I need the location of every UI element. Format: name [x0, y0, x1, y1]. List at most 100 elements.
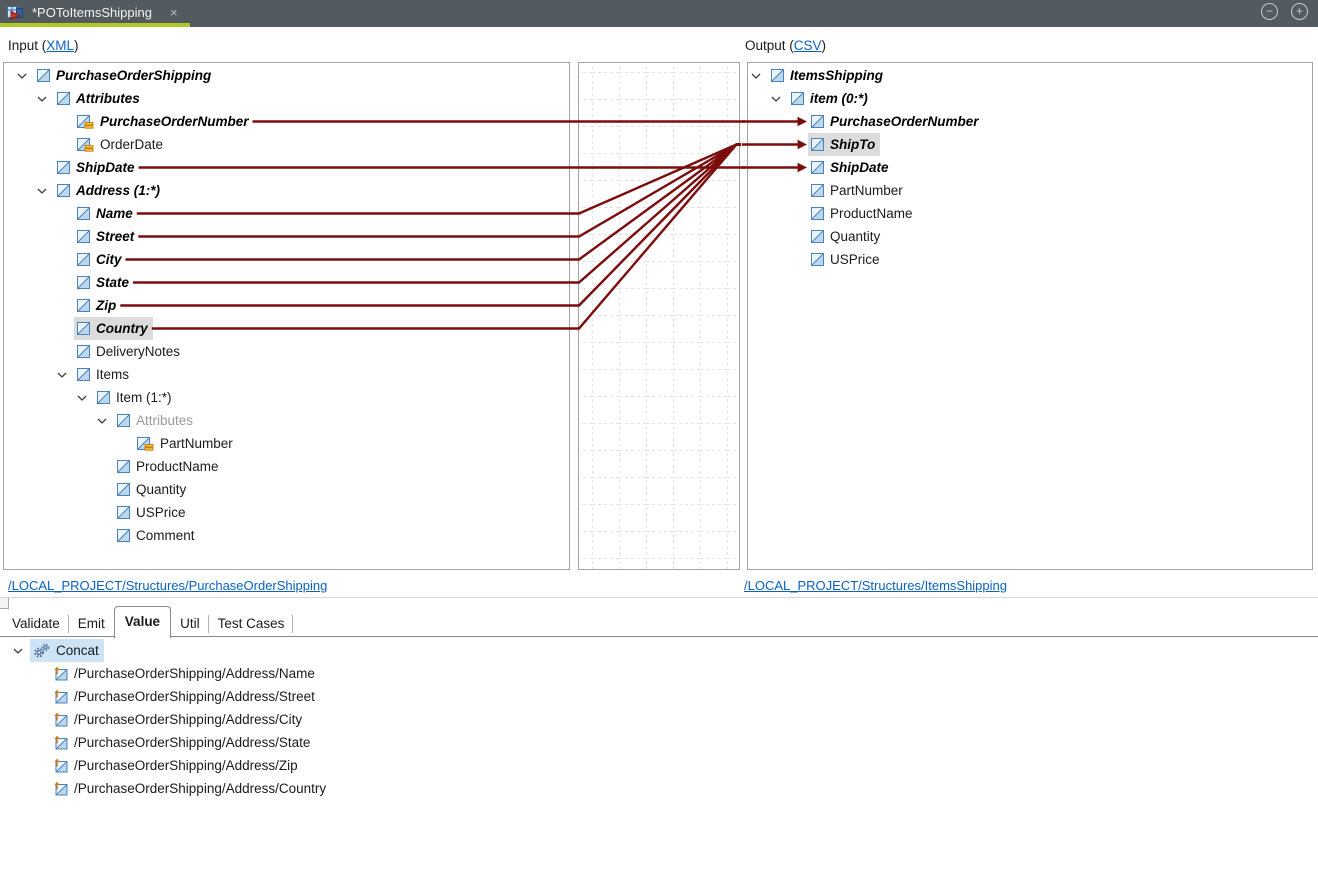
- chevron-down-icon[interactable]: [12, 639, 24, 662]
- input-structure-link[interactable]: /LOCAL_PROJECT/Structures/PurchaseOrderS…: [8, 578, 327, 593]
- value-tree-row-purchaseordershipping-address-street[interactable]: /PurchaseOrderShipping/Address/Street: [0, 685, 1318, 708]
- input-tree-label: PurchaseOrderShipping: [56, 68, 211, 83]
- input-tree-row-address-1[interactable]: Address (1:*): [4, 179, 569, 202]
- argument-ref-icon: [53, 689, 68, 704]
- chevron-down-icon[interactable]: [96, 409, 108, 432]
- gears-icon: [33, 643, 50, 658]
- zoom-out-button[interactable]: −: [1261, 3, 1278, 20]
- input-tree-label: ShipDate: [76, 160, 135, 175]
- element-icon: [811, 138, 824, 151]
- input-tree-row-comment[interactable]: Comment: [4, 524, 569, 547]
- input-tree-row-attributes[interactable]: Attributes: [4, 87, 569, 110]
- input-tree-label: Zip: [96, 298, 116, 313]
- element-icon: [791, 92, 804, 105]
- value-tree-row-purchaseordershipping-address-city[interactable]: /PurchaseOrderShipping/Address/City: [0, 708, 1318, 731]
- input-tree-row-country[interactable]: Country: [4, 317, 569, 340]
- input-format-link[interactable]: XML: [46, 38, 74, 53]
- attribute-icon: [137, 437, 154, 451]
- tab-value[interactable]: Value: [114, 606, 171, 638]
- attribute-icon: [77, 138, 94, 152]
- output-tree-label: ShipTo: [830, 137, 875, 152]
- element-icon: [77, 276, 90, 289]
- value-tree-row-purchaseordershipping-address-zip[interactable]: /PurchaseOrderShipping/Address/Zip: [0, 754, 1318, 777]
- input-tree-row-name[interactable]: Name: [4, 202, 569, 225]
- output-tree-row-item-0[interactable]: item (0:*): [748, 87, 1312, 110]
- output-format-link[interactable]: CSV: [794, 38, 822, 53]
- output-tree-row-shipdate[interactable]: ShipDate: [748, 156, 1312, 179]
- output-tree-label: PartNumber: [830, 183, 903, 198]
- input-tree-label: Items: [96, 367, 129, 382]
- input-tree-row-usprice[interactable]: USPrice: [4, 501, 569, 524]
- close-icon[interactable]: ×: [170, 5, 178, 20]
- output-tree-label: PurchaseOrderNumber: [830, 114, 979, 129]
- output-header-suffix: ): [822, 38, 827, 53]
- element-icon: [117, 414, 130, 427]
- value-tree-row-purchaseordershipping-address-country[interactable]: /PurchaseOrderShipping/Address/Country: [0, 777, 1318, 800]
- element-icon: [97, 391, 110, 404]
- input-tree-row-state[interactable]: State: [4, 271, 569, 294]
- value-tree-row-concat[interactable]: Concat: [0, 639, 1318, 662]
- input-tree-row-partnumber[interactable]: PartNumber: [4, 432, 569, 455]
- chevron-down-icon[interactable]: [770, 87, 782, 110]
- element-icon: [77, 230, 90, 243]
- element-icon: [811, 184, 824, 197]
- output-tree-row-partnumber[interactable]: PartNumber: [748, 179, 1312, 202]
- input-tree-row-orderdate[interactable]: OrderDate: [4, 133, 569, 156]
- value-tree-label: Concat: [56, 643, 99, 658]
- value-tree-row-purchaseordershipping-address-state[interactable]: /PurchaseOrderShipping/Address/State: [0, 731, 1318, 754]
- input-tree-label: PurchaseOrderNumber: [100, 114, 249, 129]
- output-tree-row-purchaseordernumber[interactable]: PurchaseOrderNumber: [748, 110, 1312, 133]
- output-header: Output (CSV): [745, 38, 826, 53]
- value-tree-row-purchaseordershipping-address-name[interactable]: /PurchaseOrderShipping/Address/Name: [0, 662, 1318, 685]
- output-tree-row-usprice[interactable]: USPrice: [748, 248, 1312, 271]
- tab-emit[interactable]: Emit: [69, 611, 114, 638]
- chevron-down-icon[interactable]: [16, 64, 28, 87]
- chevron-down-icon[interactable]: [56, 363, 68, 386]
- argument-ref-icon: [53, 712, 68, 727]
- element-icon: [77, 322, 90, 335]
- input-tree-label: State: [96, 275, 129, 290]
- output-tree-row-shipto[interactable]: ShipTo: [748, 133, 1312, 156]
- value-tree-label: /PurchaseOrderShipping/Address/Street: [74, 689, 315, 704]
- editor-tab[interactable]: *POToItemsShipping ×: [0, 0, 190, 27]
- input-tree-row-quantity[interactable]: Quantity: [4, 478, 569, 501]
- input-tree-row-deliverynotes[interactable]: DeliveryNotes: [4, 340, 569, 363]
- input-tree-label: DeliveryNotes: [96, 344, 180, 359]
- tab-util[interactable]: Util: [171, 611, 209, 638]
- input-tree-row-city[interactable]: City: [4, 248, 569, 271]
- input-tree-row-attributes[interactable]: Attributes: [4, 409, 569, 432]
- output-tree-row-itemsshipping[interactable]: ItemsShipping: [748, 64, 1312, 87]
- element-icon: [57, 161, 70, 174]
- element-icon: [57, 184, 70, 197]
- chevron-down-icon[interactable]: [36, 87, 48, 110]
- element-icon: [117, 460, 130, 473]
- value-tree-label: /PurchaseOrderShipping/Address/Zip: [74, 758, 298, 773]
- input-tree-label: Item (1:*): [116, 390, 172, 405]
- input-tree-row-shipdate[interactable]: ShipDate: [4, 156, 569, 179]
- input-tree-label: OrderDate: [100, 137, 163, 152]
- tab-test-cases[interactable]: Test Cases: [209, 611, 294, 638]
- input-tree-label: Quantity: [136, 482, 186, 497]
- element-icon: [771, 69, 784, 82]
- element-icon: [77, 253, 90, 266]
- input-tree-label: Comment: [136, 528, 195, 543]
- input-tree-row-zip[interactable]: Zip: [4, 294, 569, 317]
- output-tree-row-quantity[interactable]: Quantity: [748, 225, 1312, 248]
- input-tree-row-purchaseordershipping[interactable]: PurchaseOrderShipping: [4, 64, 569, 87]
- zoom-in-button[interactable]: +: [1291, 3, 1308, 20]
- input-tree-row-items[interactable]: Items: [4, 363, 569, 386]
- splitter[interactable]: [0, 597, 1318, 598]
- output-structure-link[interactable]: /LOCAL_PROJECT/Structures/ItemsShipping: [744, 578, 1007, 593]
- input-tree-row-street[interactable]: Street: [4, 225, 569, 248]
- chevron-down-icon[interactable]: [76, 386, 88, 409]
- input-tree-row-productname[interactable]: ProductName: [4, 455, 569, 478]
- chevron-down-icon[interactable]: [36, 179, 48, 202]
- output-tree-label: ProductName: [830, 206, 913, 221]
- chevron-down-icon[interactable]: [750, 64, 762, 87]
- map-icon: [6, 5, 24, 21]
- input-tree-row-item-1[interactable]: Item (1:*): [4, 386, 569, 409]
- element-icon: [77, 299, 90, 312]
- tab-validate[interactable]: Validate: [3, 611, 69, 638]
- output-tree-row-productname[interactable]: ProductName: [748, 202, 1312, 225]
- input-tree-row-purchaseordernumber[interactable]: PurchaseOrderNumber: [4, 110, 569, 133]
